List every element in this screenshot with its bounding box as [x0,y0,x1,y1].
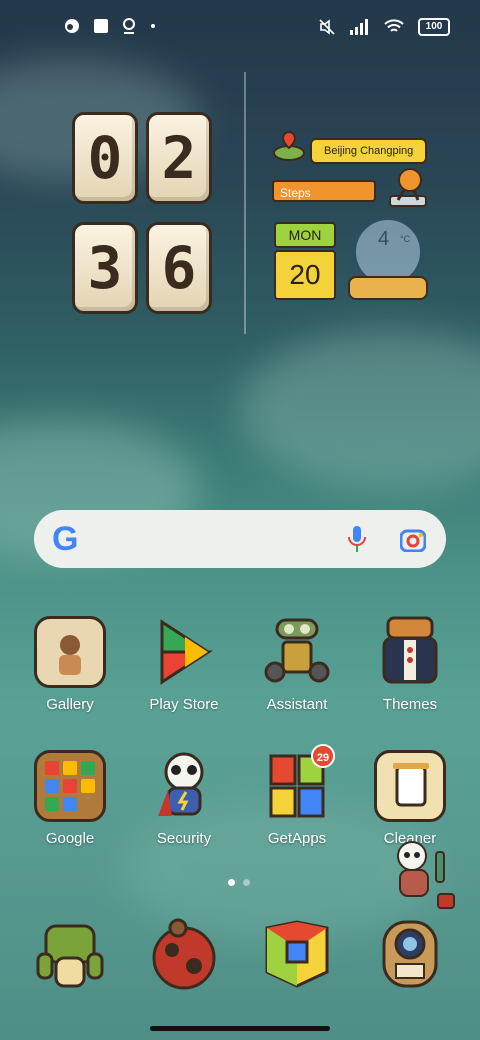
temperature-unit: °C [400,234,411,244]
dock-app-messages[interactable] [136,918,232,990]
weekday-label: MON [274,222,336,248]
app-cleaner[interactable]: Cleaner [362,750,458,847]
clock-digit: 0 [72,112,138,204]
dock-app-chrome[interactable] [249,918,345,990]
clock-hour-ones: 2 [161,124,197,192]
dock-app-phone[interactable] [22,918,118,990]
notification-badge: 29 [311,744,335,768]
panda-mascot-icon [397,841,455,909]
widget-divider [244,72,246,334]
clock-digit: 2 [146,112,212,204]
microphone-icon[interactable] [348,526,366,552]
status-left-icons [64,18,156,34]
app-themes[interactable]: Themes [362,616,458,713]
gallery-icon [34,616,106,688]
location-label: Beijing Changping [310,138,428,164]
clock-minute-tens: 3 [87,234,123,302]
app-label: Themes [382,696,438,713]
pumpkin-runner-icon [389,168,427,207]
app-label: Play Store [149,696,219,713]
battery-indicator: 100 [418,18,450,36]
temperature-value: 4 [378,228,390,250]
app-label: Assistant [266,696,328,713]
owl-camera-icon [374,918,446,990]
google-logo-letter: G [52,520,79,558]
status-bar: 100 [0,0,480,56]
clock-digit: 6 [146,222,212,314]
google-search-bar[interactable]: G [34,510,446,568]
chrome-icon [261,918,333,990]
wifi-icon [384,19,404,32]
location-island-icon [273,130,305,161]
app-play-store[interactable]: Play Store [136,616,232,713]
page-indicator[interactable] [228,879,250,886]
status-right-icons: 100 [318,18,450,36]
dot-icon [151,24,155,28]
date-label: 20 [274,250,336,300]
app-label: Google [45,830,95,847]
app-getapps[interactable]: 29 GetApps [249,744,345,847]
tiktok-icon [65,19,79,33]
app-assistant[interactable]: Assistant [249,616,345,713]
page-dot[interactable] [243,879,250,886]
gesture-navigation-bar[interactable] [150,1026,330,1031]
clock-hour-tens: 0 [87,124,123,192]
ladybug-messages-icon [148,918,220,990]
lens-icon[interactable] [400,528,426,552]
app-label: GetApps [267,830,327,847]
steps-label: Steps [272,180,376,202]
app-security[interactable]: Security [136,750,232,847]
getapps-icon: 29 [261,744,335,822]
google-folder-icon [34,750,106,822]
app-gallery[interactable]: Gallery [22,616,118,713]
square-icon [94,19,108,33]
weather-globe: 4 °C [348,218,428,300]
turtle-phone-icon [34,918,106,990]
themes-icon [374,616,446,688]
dock-app-camera[interactable] [362,918,458,990]
mute-icon [319,19,335,35]
page-dot-active[interactable] [228,879,235,886]
location-pin-icon [123,18,135,34]
app-google[interactable]: Google [22,750,118,847]
app-label: Security [156,830,212,847]
snow-globe-base [348,276,428,300]
assistant-robot-icon [261,616,333,688]
cloud-decoration [240,330,480,490]
security-panda-icon [148,750,220,822]
app-label: Gallery [46,696,94,713]
cleaner-icon [374,750,446,822]
play-store-icon [148,616,220,688]
clock-digit: 3 [72,222,138,314]
signal-icon [350,19,368,35]
clock-minute-ones: 6 [161,234,197,302]
google-logo-icon: G [52,521,78,557]
